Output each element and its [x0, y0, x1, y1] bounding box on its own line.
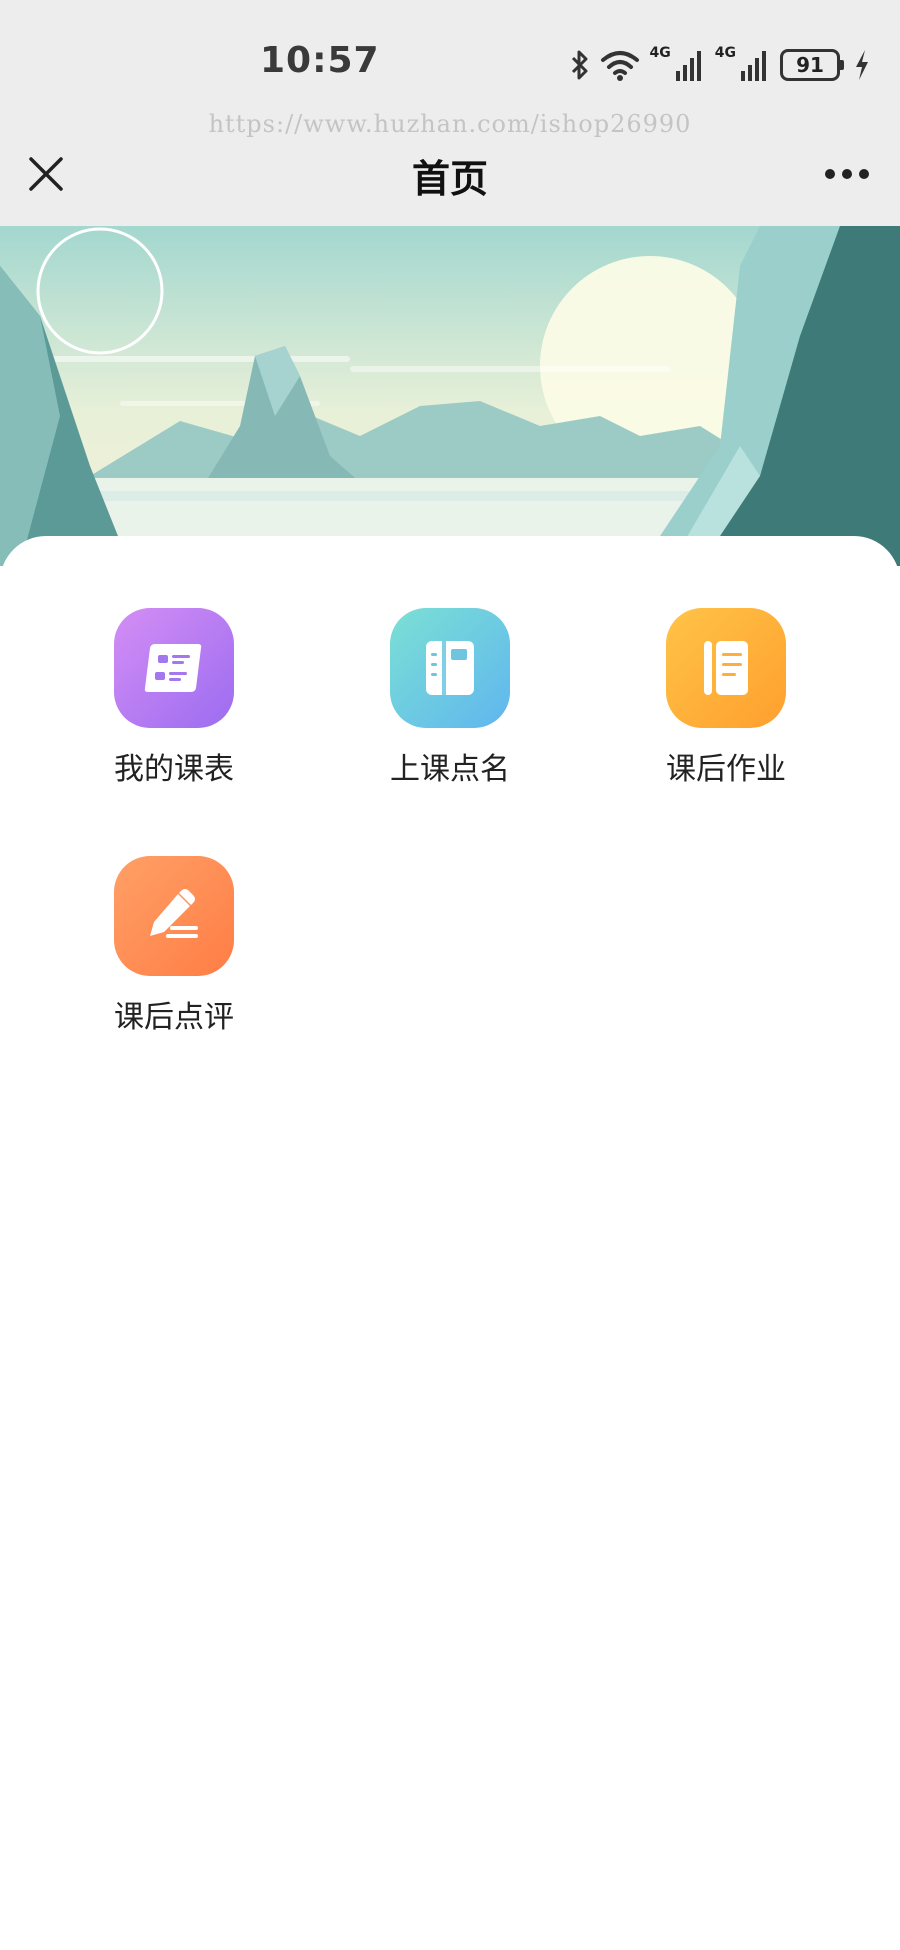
menu-item-label: 课后作业 [666, 752, 786, 787]
network-type-label: 4G [649, 45, 671, 61]
status-bar: 10:57 4G 4G 91 [0, 0, 900, 120]
more-icon[interactable] [824, 168, 870, 180]
battery-icon: 91 [780, 49, 844, 81]
wifi-icon [600, 51, 639, 81]
signal-icon [741, 51, 766, 81]
banner-image [0, 226, 900, 566]
menu-item-label: 我的课表 [114, 752, 234, 787]
charging-icon [856, 50, 868, 80]
page-title: 首页 [411, 157, 488, 201]
battery-tip [840, 60, 844, 70]
signal-icon [675, 51, 701, 81]
bluetooth-icon [571, 50, 588, 80]
document-icon [666, 608, 786, 728]
notebook-icon [390, 608, 510, 728]
status-time: 10:57 [260, 40, 380, 81]
battery-level: 91 [780, 49, 840, 81]
menu-item-roll-call[interactable]: 上课点名 [350, 608, 550, 808]
menu-item-label: 上课点名 [390, 752, 510, 787]
status-icons: 4G 4G 91 [570, 45, 870, 85]
content-card: 我的课表 上课点名 课后作业 课后点评 [0, 536, 900, 1950]
menu-item-homework[interactable]: 课后作业 [626, 608, 826, 808]
network-type-label: 4G [714, 45, 736, 61]
schedule-icon [114, 608, 234, 728]
menu-item-review[interactable]: 课后点评 [74, 856, 274, 1056]
pencil-icon [114, 856, 234, 976]
menu-item-label: 课后点评 [114, 1000, 234, 1035]
menu-item-my-schedule[interactable]: 我的课表 [74, 608, 274, 808]
watermark-url: https://www.huzhan.com/ishop26990 [208, 110, 692, 138]
